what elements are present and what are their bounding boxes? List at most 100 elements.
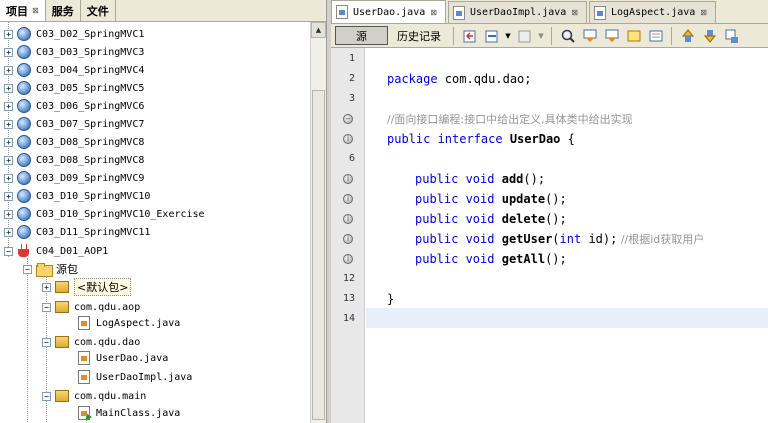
find-previous-icon[interactable] xyxy=(580,26,599,45)
java-main-file-icon xyxy=(78,406,92,421)
expand-icon[interactable]: + xyxy=(4,101,13,111)
expand-icon[interactable]: + xyxy=(4,209,13,219)
dropdown-icon[interactable]: ▼ xyxy=(504,26,512,45)
collapse-marker-icon[interactable]: − xyxy=(343,114,353,124)
tree-item-open-project[interactable]: − C04_D01_AOP1 xyxy=(4,242,108,260)
collapse-icon[interactable]: − xyxy=(42,302,51,312)
collapse-icon[interactable]: − xyxy=(23,264,32,274)
expand-icon[interactable]: + xyxy=(4,83,13,93)
code-line: public void add(); xyxy=(387,169,768,189)
close-icon[interactable]: ⊠ xyxy=(32,6,39,15)
java-file-icon xyxy=(452,5,465,20)
expand-icon[interactable]: + xyxy=(4,155,13,165)
expand-icon[interactable]: + xyxy=(4,29,13,39)
implemented-marker-icon[interactable]: i xyxy=(343,214,353,224)
tree-item-source-folder[interactable]: − 源包 xyxy=(23,260,78,278)
method-name: delete xyxy=(501,212,546,226)
file-label: MainClass.java xyxy=(96,407,181,419)
tab-label: UserDaoImpl.java xyxy=(469,7,567,18)
collapse-icon[interactable]: − xyxy=(42,391,51,401)
tree-item-project[interactable]: + C03_D09_SpringMVC9 xyxy=(4,169,144,187)
line-number: 6 xyxy=(348,153,355,164)
next-bookmark-icon[interactable] xyxy=(700,26,719,45)
tree-scrollbar[interactable]: ▲ xyxy=(310,22,326,423)
implemented-marker-icon[interactable]: i xyxy=(343,174,353,184)
code-line: public void update(); xyxy=(387,189,768,209)
close-icon[interactable]: ⊠ xyxy=(571,8,578,17)
rectangle-selection-icon[interactable] xyxy=(646,26,665,45)
comment: //根据id获取用户 xyxy=(617,233,705,246)
expand-icon[interactable]: + xyxy=(4,137,13,147)
scroll-up-icon[interactable]: ▲ xyxy=(311,22,326,38)
expand-icon[interactable]: + xyxy=(4,119,13,129)
expand-icon[interactable]: + xyxy=(4,227,13,237)
last-edit-icon[interactable] xyxy=(460,26,479,45)
package-label: com.qdu.main xyxy=(74,390,147,402)
tree-item-file[interactable]: MainClass.java xyxy=(78,404,180,422)
implemented-marker-icon[interactable]: i xyxy=(343,134,353,144)
project-label: C03_D08_SpringMVC8 xyxy=(36,154,145,166)
find-icon[interactable] xyxy=(558,26,577,45)
tab-userdao[interactable]: UserDao.java ⊠ xyxy=(331,0,446,23)
package-label: com.qdu.dao xyxy=(74,336,141,348)
tree-item-project[interactable]: + C03_D10_SpringMVC10 xyxy=(4,187,150,205)
tree-item-project[interactable]: + C03_D02_SpringMVC1 xyxy=(4,25,144,43)
dropdown-icon[interactable]: ▼ xyxy=(537,26,545,45)
toggle-highlight-icon[interactable] xyxy=(624,26,643,45)
tree-item-project[interactable]: + C03_D03_SpringMVC3 xyxy=(4,43,144,61)
keyword: public void xyxy=(415,252,495,266)
tree-item-project[interactable]: + C03_D05_SpringMVC5 xyxy=(4,79,144,97)
tab-logaspect[interactable]: LogAspect.java ⊠ xyxy=(588,1,716,23)
expand-icon[interactable]: + xyxy=(4,173,13,183)
project-label: C03_D06_SpringMVC6 xyxy=(36,100,145,112)
implemented-marker-icon[interactable]: i xyxy=(343,194,353,204)
project-label: C03_D11_SpringMVC11 xyxy=(36,226,151,238)
collapse-icon[interactable]: − xyxy=(4,246,13,256)
tree-item-file[interactable]: LogAspect.java xyxy=(78,314,180,332)
expand-icon[interactable]: + xyxy=(4,65,13,75)
previous-bookmark-icon[interactable] xyxy=(678,26,697,45)
comment: //面向接口编程:接口中给出定义,具体类中给出实现 xyxy=(387,113,633,126)
tree-item-project[interactable]: + C03_D06_SpringMVC6 xyxy=(4,97,144,115)
source-button[interactable]: 源 xyxy=(335,26,388,45)
tree-item-project[interactable]: + C03_D11_SpringMVC11 xyxy=(4,223,150,241)
code-text: com.qdu.dao; xyxy=(437,72,532,86)
implemented-marker-icon[interactable]: i xyxy=(343,254,353,264)
implemented-marker-icon[interactable]: i xyxy=(343,234,353,244)
collapse-icon[interactable]: − xyxy=(42,337,51,347)
tree-item-project[interactable]: + C03_D08_SpringMVC8 xyxy=(4,151,144,169)
tree-item-file[interactable]: UserDao.java xyxy=(78,349,168,367)
tree-item-project[interactable]: + C03_D08_SpringMVC8 xyxy=(4,133,144,151)
code-area[interactable]: package com.qdu.dao; //面向接口编程:接口中给出定义,具体… xyxy=(387,48,768,423)
java-project-icon xyxy=(17,244,31,258)
toggle-bookmark-icon[interactable] xyxy=(722,26,741,45)
tab-projects[interactable]: 项目 ⊠ xyxy=(0,0,46,21)
tree-item-package[interactable]: − com.qdu.main xyxy=(42,387,146,405)
tree-item-default-package[interactable]: + <默认包> xyxy=(42,278,132,296)
expand-icon[interactable]: + xyxy=(4,47,13,57)
expand-icon[interactable]: + xyxy=(42,282,51,292)
tree-item-file[interactable]: UserDaoImpl.java xyxy=(78,368,192,386)
project-label: C03_D03_SpringMVC3 xyxy=(36,46,145,58)
method-name: getUser xyxy=(501,232,553,246)
scrollbar-thumb[interactable] xyxy=(312,90,325,420)
back-icon[interactable] xyxy=(482,26,501,45)
tab-files[interactable]: 文件 xyxy=(81,0,116,21)
web-project-icon xyxy=(17,189,31,203)
keyword: package xyxy=(387,72,438,86)
web-project-icon xyxy=(17,99,31,113)
tree-item-project[interactable]: + C03_D07_SpringMVC7 xyxy=(4,115,144,133)
package-label: com.qdu.aop xyxy=(74,301,141,313)
expand-icon[interactable]: + xyxy=(4,191,13,201)
panel-tabs: 项目 ⊠ 服务 文件 xyxy=(0,0,326,22)
close-icon[interactable]: ⊠ xyxy=(430,8,437,17)
tab-services[interactable]: 服务 xyxy=(46,0,81,21)
tree-item-project[interactable]: + C03_D04_SpringMVC4 xyxy=(4,61,144,79)
code-text: (); xyxy=(545,192,567,206)
forward-icon[interactable] xyxy=(515,26,534,45)
tab-userdaoimpl[interactable]: UserDaoImpl.java ⊠ xyxy=(447,1,587,23)
history-button[interactable]: 历史记录 xyxy=(391,26,447,45)
close-icon[interactable]: ⊠ xyxy=(700,8,707,17)
find-next-icon[interactable] xyxy=(602,26,621,45)
tree-item-project[interactable]: + C03_D10_SpringMVC10_Exercise xyxy=(4,205,205,223)
